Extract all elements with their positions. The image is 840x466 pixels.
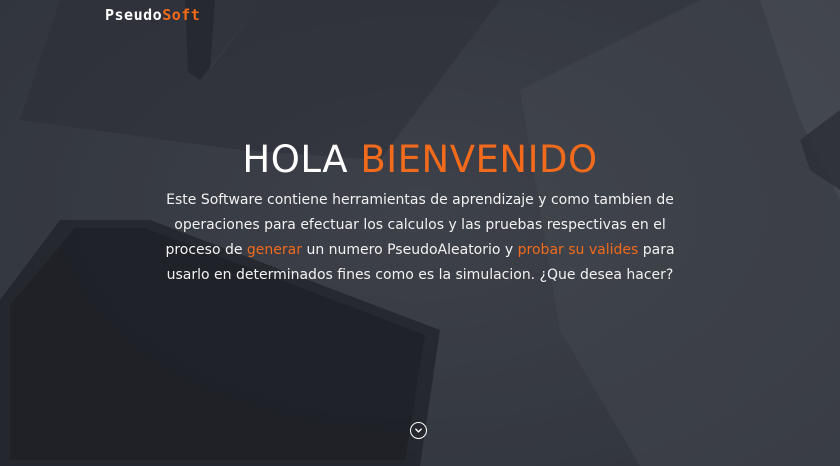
title-part2: BIENVENIDO [360, 138, 598, 181]
chevron-down-icon [415, 428, 422, 433]
desc-part2: un numero PseudoAleatorio y [302, 242, 518, 258]
page-title: HOLA BIENVENIDO [0, 138, 840, 182]
scroll-down-button[interactable] [410, 422, 427, 439]
hero-section: PseudoSoft HOLA BIENVENIDO Este Software… [0, 0, 840, 466]
hero-content: HOLA BIENVENIDO Este Software contiene h… [0, 138, 840, 288]
brand-logo[interactable]: PseudoSoft [105, 6, 200, 24]
brand-name-part2: Soft [162, 6, 201, 24]
generate-link[interactable]: generar [247, 242, 302, 258]
title-part1: HOLA [242, 138, 361, 181]
brand-name-part1: Pseudo [105, 6, 163, 24]
test-validity-link[interactable]: probar su valides [518, 242, 639, 258]
hero-description: Este Software contiene herramientas de a… [160, 188, 680, 288]
